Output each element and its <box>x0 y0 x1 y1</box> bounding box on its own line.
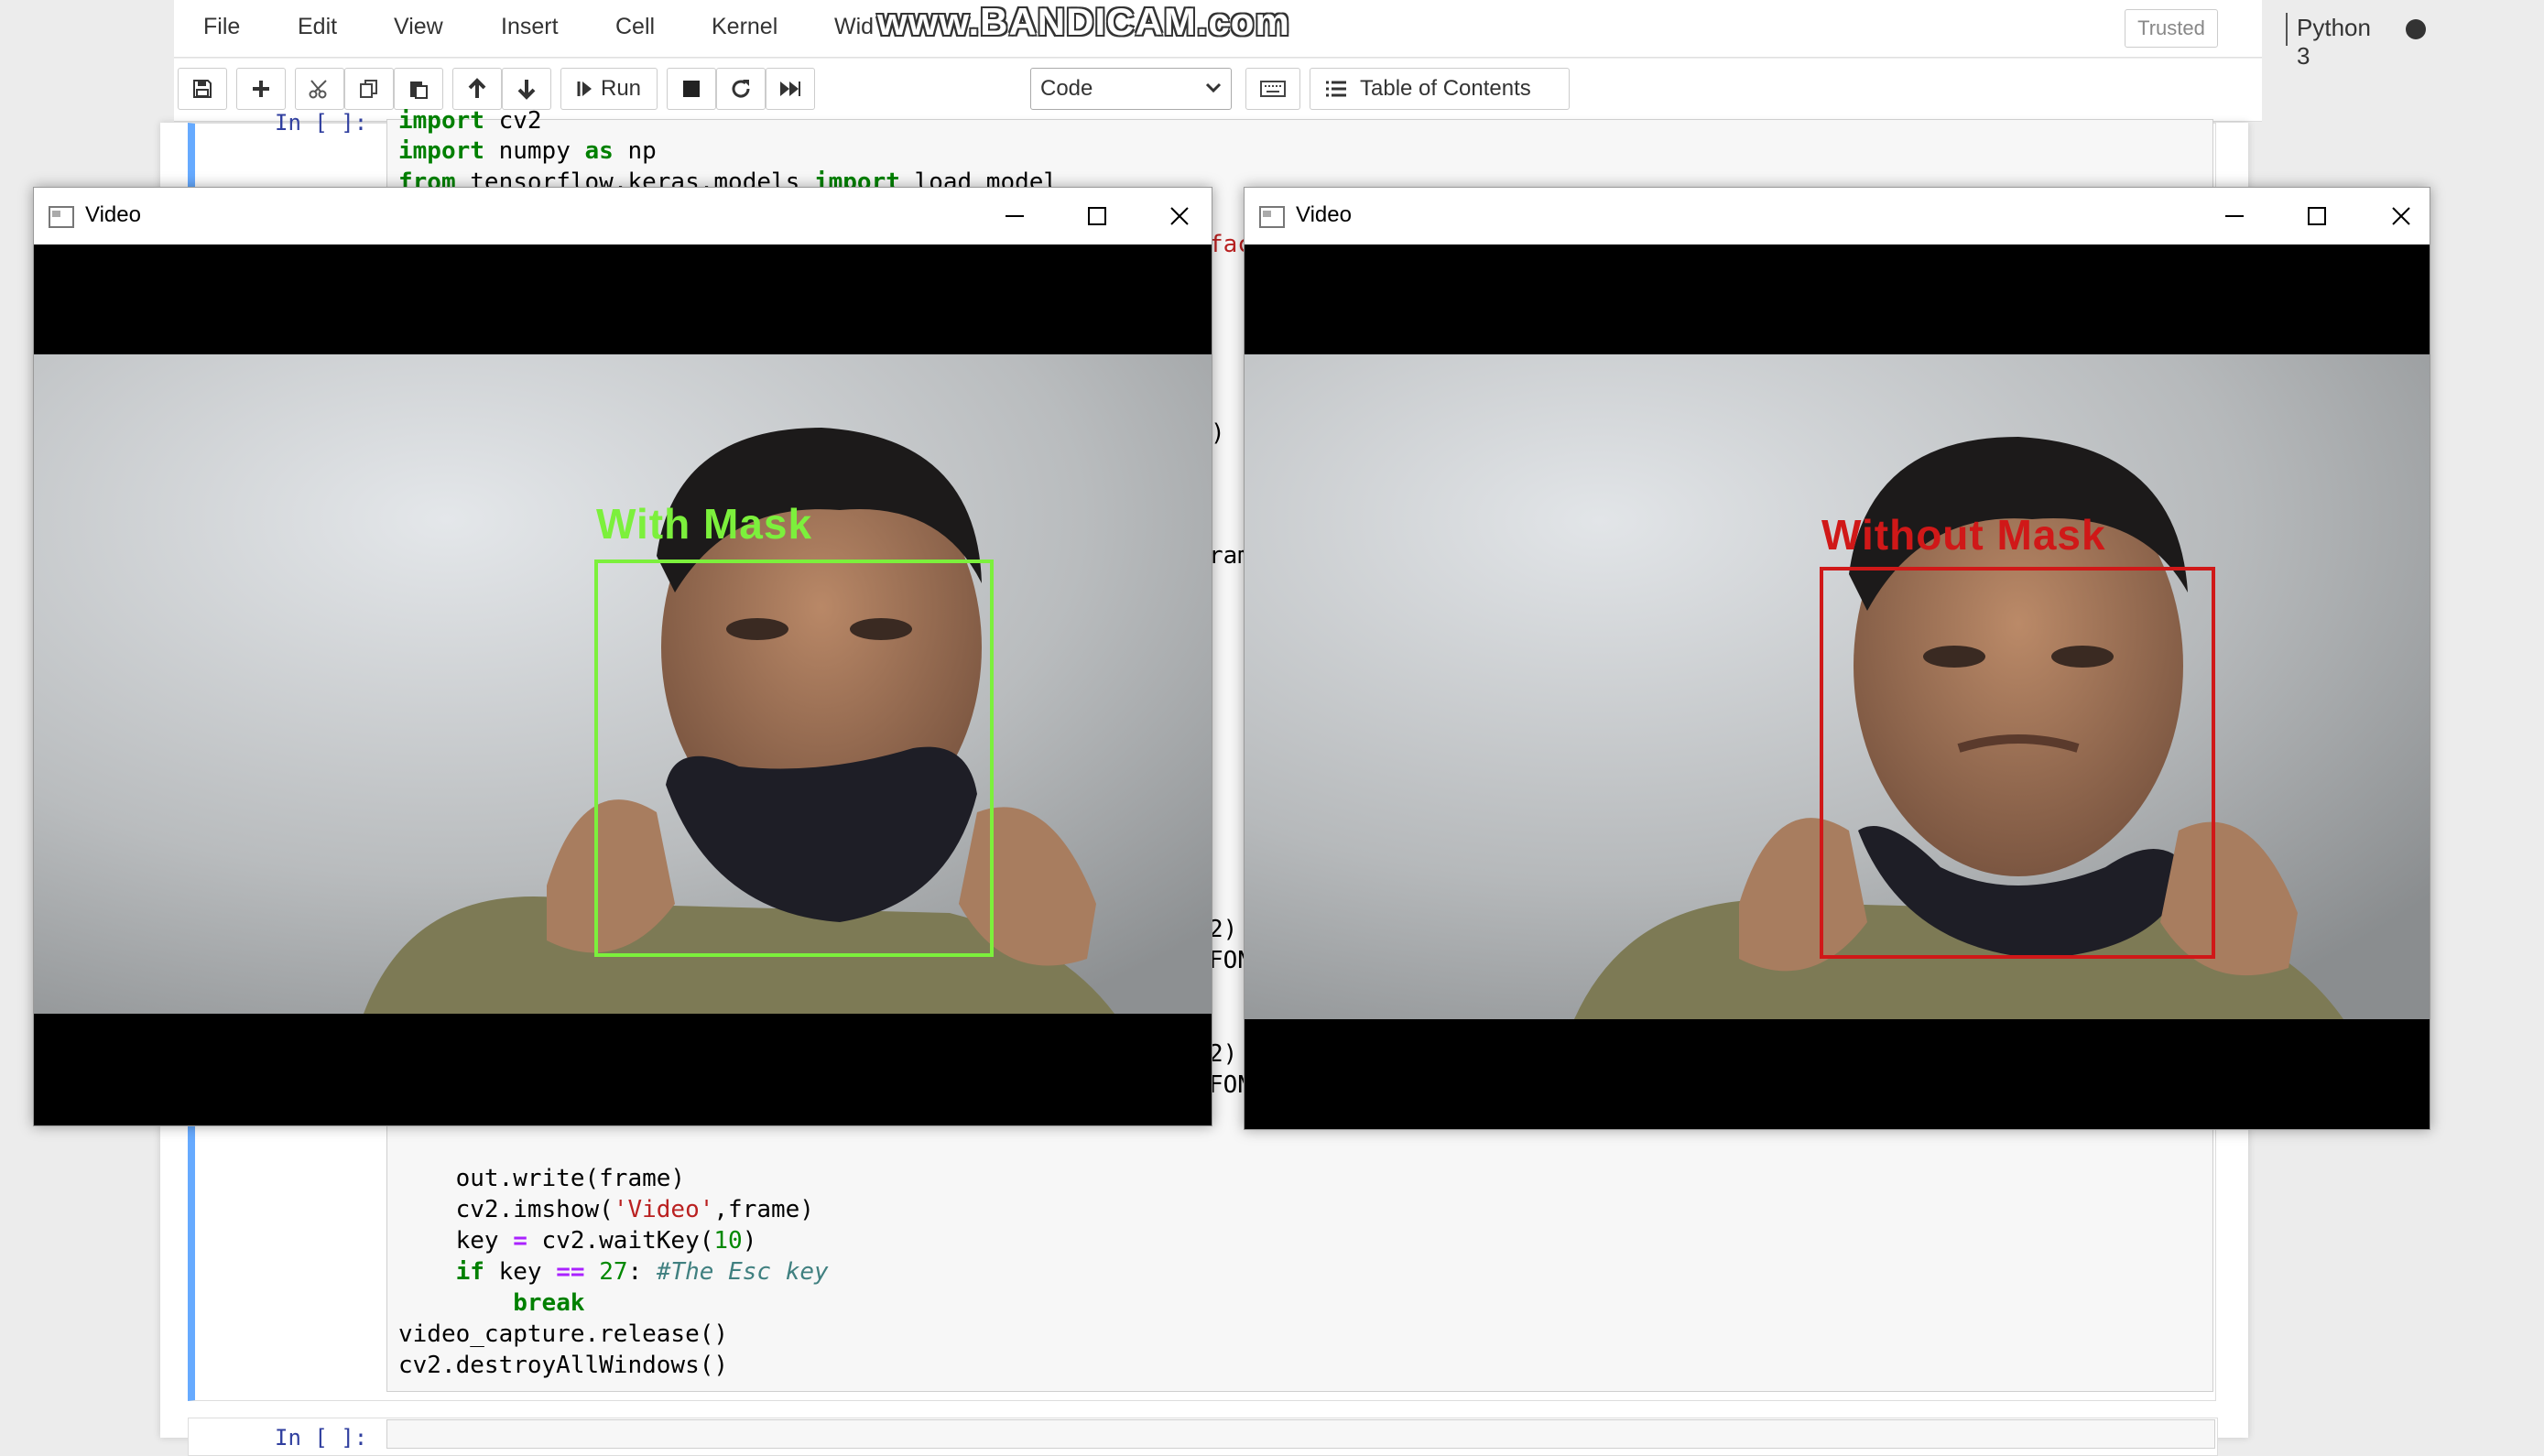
video-window-with-mask[interactable]: Video With Mask <box>33 187 1212 1126</box>
table-of-contents-label: Table of Contents <box>1360 76 1531 101</box>
detection-box <box>594 560 994 957</box>
maximize-icon[interactable] <box>1083 202 1111 230</box>
menu-view[interactable]: View <box>394 14 443 40</box>
restart-run-all-button[interactable] <box>766 68 815 110</box>
menu-widgets[interactable]: Wid <box>834 14 874 40</box>
detection-box <box>1820 567 2215 959</box>
window-titlebar[interactable]: Video <box>34 188 1212 244</box>
cut-icon <box>309 80 327 99</box>
detection-label: With Mask <box>596 500 813 548</box>
code-fragment: 2) <box>1209 916 1238 943</box>
run-icon <box>577 81 592 96</box>
video-window-without-mask[interactable]: Video Without Mask <box>1244 187 2430 1130</box>
code-line: out.write(frame) <box>398 1165 686 1192</box>
paste-icon <box>410 81 428 99</box>
menu-insert[interactable]: Insert <box>501 14 559 40</box>
code-fragment: 2) <box>1209 1040 1238 1068</box>
trusted-indicator[interactable]: Trusted <box>2125 9 2218 48</box>
copy-icon <box>360 80 377 98</box>
menu-cell[interactable]: Cell <box>615 14 655 40</box>
app-icon <box>1259 206 1285 228</box>
maximize-icon[interactable] <box>2303 202 2331 230</box>
save-button[interactable] <box>178 68 227 110</box>
copy-button[interactable] <box>344 68 394 110</box>
arrow-down-icon <box>517 80 536 100</box>
cell-prompt: In [ ]: <box>275 110 368 136</box>
code-line: video_capture.release() <box>398 1320 729 1348</box>
restart-icon <box>732 80 750 98</box>
code-line: if key == 27: #The Esc key <box>455 1258 829 1286</box>
save-icon <box>193 80 212 98</box>
code-line: cv2.destroyAllWindows() <box>398 1352 729 1379</box>
next-cell-prompt: In [ ]: <box>275 1425 368 1451</box>
video-frame: With Mask <box>34 244 1212 1125</box>
code-line: import cv2 <box>398 107 542 135</box>
list-icon <box>1326 81 1346 97</box>
kernel-separator <box>2286 13 2288 46</box>
restart-button[interactable] <box>716 68 766 110</box>
arrow-up-icon <box>468 78 486 98</box>
keyboard-icon <box>1260 81 1286 97</box>
command-palette-button[interactable] <box>1245 68 1300 110</box>
fast-forward-icon <box>780 81 800 96</box>
kernel-status-icon <box>2406 19 2426 39</box>
detection-label: Without Mask <box>1821 511 2106 559</box>
code-line: key = cv2.waitKey(10) <box>398 1227 757 1255</box>
chevron-down-icon <box>1205 82 1222 93</box>
stop-icon <box>683 81 700 97</box>
menu-file[interactable]: File <box>203 14 240 40</box>
cut-button[interactable] <box>295 68 344 110</box>
code-fragment: ) <box>1211 419 1225 447</box>
insert-cell-button[interactable] <box>236 68 286 110</box>
menu-kernel[interactable]: Kernel <box>712 14 777 40</box>
run-label: Run <box>600 76 642 101</box>
menu-edit[interactable]: Edit <box>298 14 337 40</box>
cell-type-select[interactable]: Code <box>1030 68 1232 110</box>
code-line: cv2.imshow('Video',frame) <box>398 1196 814 1223</box>
video-frame: Without Mask <box>1245 244 2430 1129</box>
minimize-icon[interactable] <box>1001 202 1028 230</box>
run-button[interactable]: Run <box>560 68 658 110</box>
move-down-button[interactable] <box>502 68 551 110</box>
window-title: Video <box>1296 202 1352 227</box>
kernel-name[interactable]: Python 3 <box>2297 14 2371 71</box>
paste-button[interactable] <box>394 68 443 110</box>
minimize-icon[interactable] <box>2221 202 2248 230</box>
bandicam-watermark: www.BANDICAM.com <box>877 0 1290 43</box>
app-icon <box>49 206 74 228</box>
plus-icon <box>253 81 269 97</box>
next-code-editor[interactable] <box>386 1419 2215 1449</box>
cell-type-value: Code <box>1040 76 1093 101</box>
interrupt-button[interactable] <box>667 68 716 110</box>
code-line: import numpy as np <box>398 137 657 165</box>
close-icon[interactable] <box>2387 202 2415 230</box>
move-up-button[interactable] <box>452 68 502 110</box>
window-title: Video <box>85 202 141 227</box>
window-titlebar[interactable]: Video <box>1245 188 2430 244</box>
table-of-contents-button[interactable]: Table of Contents <box>1310 68 1570 110</box>
code-line: break <box>513 1289 585 1317</box>
close-icon[interactable] <box>1166 202 1193 230</box>
